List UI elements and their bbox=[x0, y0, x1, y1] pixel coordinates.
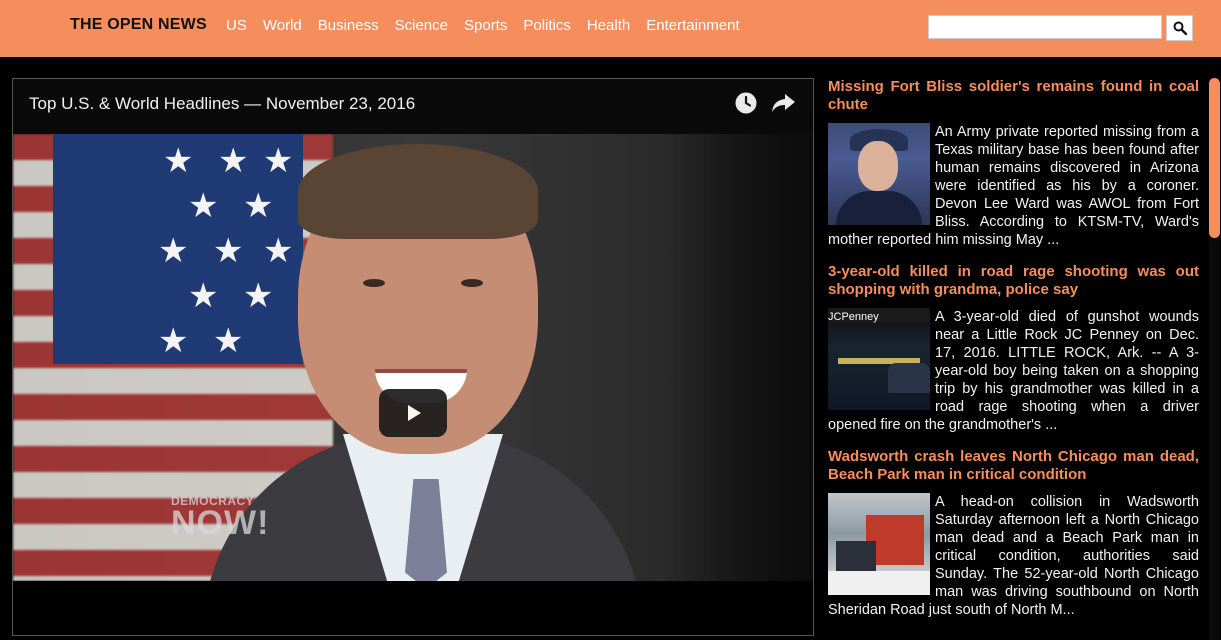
article-headline[interactable]: 3-year-old killed in road rage shooting … bbox=[828, 263, 1199, 299]
star-decoration: ★ bbox=[188, 187, 219, 225]
thumbnail-sign: JCPenney bbox=[828, 308, 930, 323]
nav-entertainment[interactable]: Entertainment bbox=[646, 17, 739, 34]
news-article: Missing Fort Bliss soldier's remains fou… bbox=[828, 78, 1199, 249]
news-column: Missing Fort Bliss soldier's remains fou… bbox=[828, 78, 1199, 640]
star-decoration: ★ bbox=[213, 322, 244, 360]
search-input[interactable] bbox=[928, 15, 1162, 39]
video-title[interactable]: Top U.S. & World Headlines — November 23… bbox=[29, 94, 415, 114]
thumbnail-car bbox=[888, 363, 930, 393]
scrollbar-thumb[interactable] bbox=[1209, 78, 1220, 238]
video-frame: ★ ★ ★ ★ ★ ★ ★ ★ ★ ★ ★ ★ DEMOCRACY NOW! bbox=[13, 134, 813, 581]
article-blurb: A head-on collision in Wadsworth Saturda… bbox=[828, 493, 1199, 619]
article-thumbnail[interactable] bbox=[828, 493, 930, 595]
nav-science[interactable]: Science bbox=[395, 17, 448, 34]
search-button[interactable] bbox=[1166, 15, 1193, 41]
nav-politics[interactable]: Politics bbox=[523, 17, 571, 34]
site-brand[interactable]: THE OPEN NEWS bbox=[70, 16, 207, 34]
video-title-bar: Top U.S. & World Headlines — November 23… bbox=[13, 79, 813, 134]
article-thumbnail[interactable] bbox=[828, 123, 930, 225]
nav-us[interactable]: US bbox=[226, 17, 247, 34]
person-eye bbox=[363, 279, 385, 287]
nav-business[interactable]: Business bbox=[318, 17, 379, 34]
share-icon[interactable] bbox=[770, 91, 796, 115]
news-article: 3-year-old killed in road rage shooting … bbox=[828, 263, 1199, 434]
search-icon bbox=[1173, 21, 1187, 35]
article-headline[interactable]: Missing Fort Bliss soldier's remains fou… bbox=[828, 78, 1199, 114]
thumbnail-snow bbox=[828, 571, 930, 595]
clock-icon[interactable] bbox=[734, 91, 758, 115]
article-headline[interactable]: Wadsworth crash leaves North Chicago man… bbox=[828, 448, 1199, 484]
star-decoration: ★ bbox=[263, 142, 294, 180]
article-thumbnail[interactable]: JCPenney bbox=[828, 308, 930, 410]
star-decoration: ★ bbox=[158, 322, 189, 360]
thumbnail-face bbox=[858, 141, 898, 191]
star-decoration: ★ bbox=[188, 277, 219, 315]
person-hair bbox=[298, 144, 538, 239]
video-watermark: DEMOCRACY NOW! bbox=[171, 494, 270, 542]
star-decoration: ★ bbox=[263, 232, 294, 270]
article-blurb: An Army private reported missing from a … bbox=[828, 123, 1199, 249]
video-footer bbox=[13, 581, 813, 635]
news-article: Wadsworth crash leaves North Chicago man… bbox=[828, 448, 1199, 619]
background-shade bbox=[663, 134, 813, 581]
top-navigation-bar: THE OPEN NEWS US World Business Science … bbox=[0, 0, 1221, 57]
thumbnail-people bbox=[836, 541, 876, 571]
star-decoration: ★ bbox=[243, 187, 274, 225]
person-eye bbox=[461, 279, 483, 287]
nav-sports[interactable]: Sports bbox=[464, 17, 507, 34]
watermark-bottom: NOW! bbox=[171, 504, 270, 542]
star-decoration: ★ bbox=[158, 232, 189, 270]
star-decoration: ★ bbox=[163, 142, 194, 180]
search-container bbox=[928, 15, 1193, 41]
play-icon bbox=[408, 405, 421, 421]
nav-health[interactable]: Health bbox=[587, 17, 630, 34]
thumbnail-shoulders bbox=[836, 191, 922, 225]
main-nav: US World Business Science Sports Politic… bbox=[226, 17, 756, 34]
star-decoration: ★ bbox=[213, 232, 244, 270]
star-decoration: ★ bbox=[218, 142, 249, 180]
article-blurb: JCPenney A 3-year-old died of gunshot wo… bbox=[828, 308, 1199, 434]
star-decoration: ★ bbox=[243, 277, 274, 315]
play-button[interactable] bbox=[379, 389, 447, 437]
nav-world[interactable]: World bbox=[263, 17, 302, 34]
video-player[interactable]: Top U.S. & World Headlines — November 23… bbox=[12, 78, 814, 636]
